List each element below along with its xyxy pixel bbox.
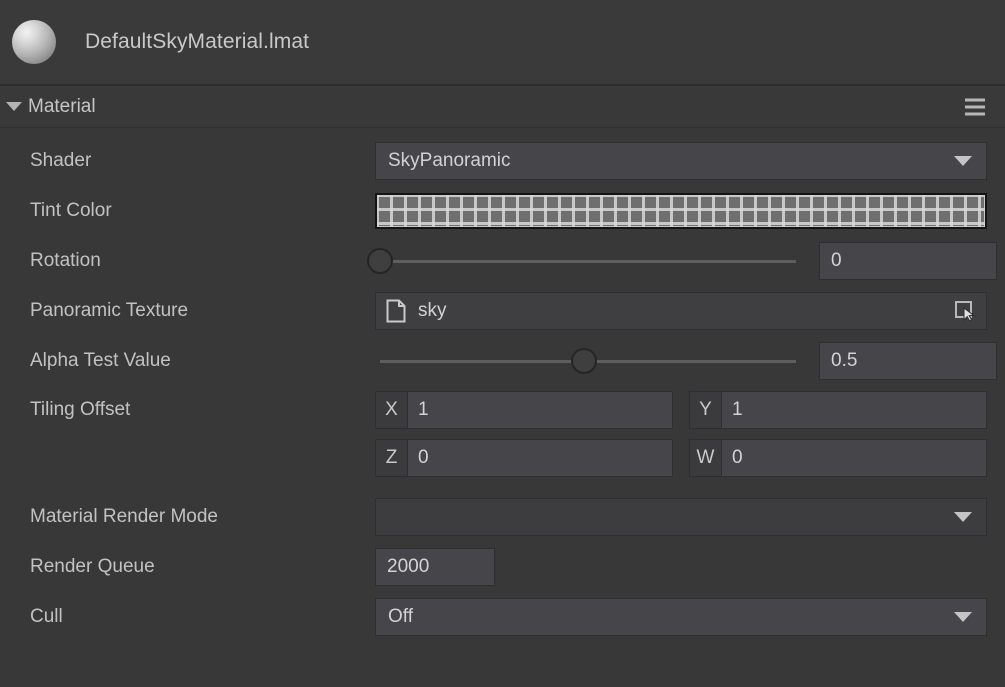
tiling-offset-w-field[interactable]: W 0 [689,439,987,477]
panoramic-texture-object-field[interactable]: sky [375,292,987,330]
property-row-material-render-mode: Material Render Mode [0,492,1005,542]
hamburger-line [965,112,985,115]
tiling-offset-z-value: 0 [408,440,672,476]
property-row-rotation: Rotation 0 [0,236,1005,286]
alpha-test-value-slider[interactable] [375,342,801,380]
sphere-material-preview-icon [12,20,56,64]
tiling-offset-xy-fields: X 1 Y 1 [375,391,1005,429]
hamburger-line [965,98,985,101]
panoramic-texture-value: sky [418,300,447,322]
property-row-cull: Cull Off [0,592,1005,642]
tiling-offset-y-value: 1 [722,392,986,428]
triangle-down-icon[interactable] [6,102,22,111]
property-row-tiling-offset-zw: Z 0 W 0 [0,434,1005,482]
tiling-offset-x-field[interactable]: X 1 [375,391,673,429]
tiling-offset-w-value: 0 [722,440,986,476]
component-title: Material [28,96,96,118]
tiling-offset-zw-fields: Z 0 W 0 [375,439,1005,477]
alpha-test-value-slider-handle[interactable] [571,348,597,374]
alpha-test-value-number-field[interactable]: 0.5 [819,342,997,380]
panoramic-texture-field-area: sky [375,292,1005,330]
hamburger-line [965,105,985,108]
tiling-offset-z-axis-label: Z [376,440,408,476]
material-render-mode-label: Material Render Mode [30,506,375,528]
render-queue-label: Render Queue [30,556,375,578]
rotation-label: Rotation [30,250,375,272]
property-row-alpha-test-value: Alpha Test Value 0.5 [0,336,1005,386]
shader-label: Shader [30,150,375,172]
property-row-render-queue: Render Queue 2000 [0,542,1005,592]
shader-field-area: SkyPanoramic [375,142,1005,180]
alpha-test-value-field-area: 0.5 [375,342,1005,380]
tint-color-swatch[interactable] [375,193,987,229]
asset-header: DefaultSkyMaterial.lmat [0,0,1005,86]
render-queue-field-area: 2000 [375,548,1005,586]
material-render-mode-field-area [375,498,1005,536]
tiling-offset-x-value: 1 [408,392,672,428]
alpha-test-value-label: Alpha Test Value [30,350,375,372]
shader-dropdown[interactable]: SkyPanoramic [375,142,987,180]
rotation-slider[interactable] [375,242,801,280]
shader-dropdown-value: SkyPanoramic [388,150,511,172]
chevron-down-icon [954,156,972,166]
object-picker-icon[interactable] [954,300,976,322]
tiling-offset-x-axis-label: X [376,392,408,428]
tiling-offset-label: Tiling Offset [30,399,375,421]
property-row-tint-color: Tint Color [0,186,1005,236]
material-render-mode-dropdown[interactable] [375,498,987,536]
chevron-down-icon [954,512,972,522]
chevron-down-icon [954,612,972,622]
rotation-slider-handle[interactable] [367,248,393,274]
tiling-offset-y-field[interactable]: Y 1 [689,391,987,429]
hamburger-menu-icon[interactable] [965,98,985,115]
cull-dropdown[interactable]: Off [375,598,987,636]
tiling-offset-y-axis-label: Y [690,392,722,428]
property-row-tiling-offset: Tiling Offset X 1 Y 1 [0,386,1005,434]
tiling-offset-w-axis-label: W [690,440,722,476]
tint-color-label: Tint Color [30,200,375,222]
cull-label: Cull [30,606,375,628]
render-queue-number-field[interactable]: 2000 [375,548,495,586]
rotation-field-area: 0 [375,242,1005,280]
document-icon [386,299,406,323]
rotation-number-field[interactable]: 0 [819,242,997,280]
material-inspector-panel: DefaultSkyMaterial.lmat Material Shader … [0,0,1005,687]
tiling-offset-z-field[interactable]: Z 0 [375,439,673,477]
property-list: Shader SkyPanoramic Tint Color Rotation [0,128,1005,642]
cull-field-area: Off [375,598,1005,636]
asset-title: DefaultSkyMaterial.lmat [85,30,309,54]
cull-dropdown-value: Off [388,606,413,628]
section-spacer [0,482,1005,492]
panoramic-texture-label: Panoramic Texture [30,300,375,322]
property-row-shader: Shader SkyPanoramic [0,136,1005,186]
property-row-panoramic-texture: Panoramic Texture sky [0,286,1005,336]
component-header-material[interactable]: Material [0,86,1005,128]
slider-track [380,260,796,263]
tint-color-field-area [375,193,1005,229]
